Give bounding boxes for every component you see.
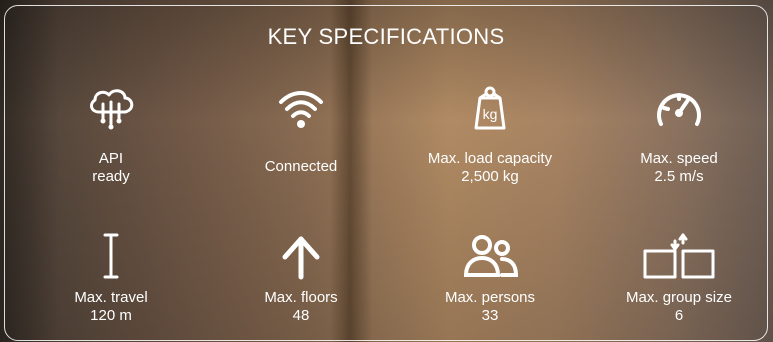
spec-load-line1: Max. load capacity [427,150,553,167]
spec-connected-line1: Connected [264,158,338,175]
travel-height-icon [81,231,141,281]
spec-group-size: Max. group size 6 [589,231,769,325]
weight-kg-icon: kg [460,84,520,134]
spec-api-line2: ready [92,168,130,185]
weight-kg-text: kg [483,106,498,122]
specifications-panel: KEY SPECIFICATIONS API ready Connected k… [4,5,768,341]
speedometer-icon [649,84,709,134]
spec-travel-line1: Max. travel [74,289,148,306]
spec-travel-line2: 120 m [90,307,132,324]
spec-speed-line1: Max. speed [640,150,718,167]
spec-persons-line2: 33 [481,307,499,324]
up-arrow-icon [271,231,331,281]
spec-connected: Connected [211,84,391,176]
spec-floors-line2: 48 [292,307,310,324]
spec-speed-line2: 2.5 m/s [654,168,704,185]
spec-load-capacity: kg Max. load capacity 2,500 kg [400,84,580,186]
spec-load-line2: 2,500 kg [461,168,519,185]
panel-title: KEY SPECIFICATIONS [267,24,505,49]
spec-api: API ready [21,84,201,186]
spec-persons-line1: Max. persons [444,289,536,306]
persons-icon [460,231,520,281]
spec-api-line1: API [98,150,124,167]
background: KEY SPECIFICATIONS API ready Connected k… [0,0,773,342]
spec-group-line1: Max. group size [626,289,732,306]
spec-travel: Max. travel 120 m [21,231,201,325]
spec-speed: Max. speed 2.5 m/s [589,84,769,186]
spec-floors: Max. floors 48 [211,231,391,325]
wifi-icon [271,84,331,134]
spec-group-line2: 6 [674,307,684,324]
spec-floors-line1: Max. floors [264,289,338,306]
group-cars-icon [643,231,715,281]
cloud-network-icon [81,84,141,134]
spec-persons: Max. persons 33 [400,231,580,325]
